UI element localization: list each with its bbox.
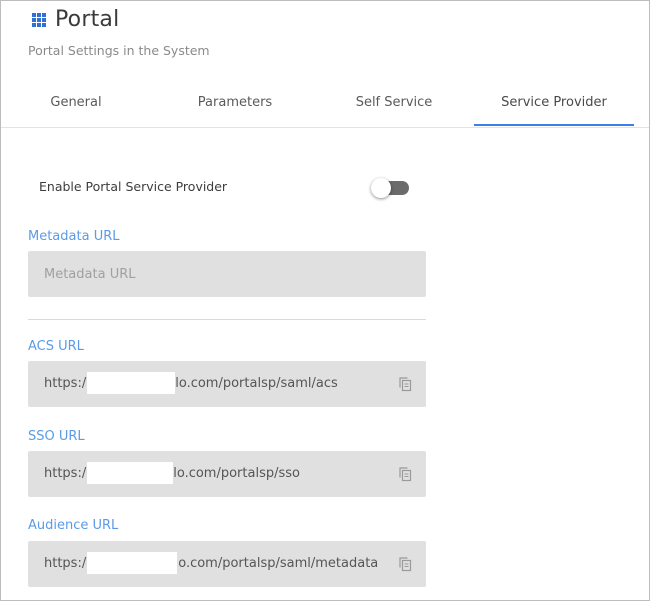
redacted-block [87,551,178,574]
copy-icon[interactable] [398,556,412,572]
tab-parameters[interactable]: Parameters [185,87,285,127]
sso-url-label: SSO URL [28,429,85,444]
redacted-block [87,371,176,394]
portal-settings-window: Portal Portal Settings in the System Gen… [0,0,650,601]
copy-icon[interactable] [398,376,412,392]
metadata-url-label: Metadata URL [28,229,120,244]
audience-url-suffix: o.com/portalsp/saml/metadata [178,556,379,571]
acs-url-field: https:/lo.com/portalsp/saml/acs [28,361,426,407]
grid-icon [32,13,46,27]
enable-service-provider-toggle[interactable] [371,178,409,198]
page-subtitle: Portal Settings in the System [28,43,210,58]
active-tab-indicator [474,124,634,126]
enable-service-provider-label: Enable Portal Service Provider [39,179,228,194]
audience-url-value: https:/ o.com/portalsp/saml/metadata [44,541,378,587]
sso-url-prefix: https:/ [44,466,87,481]
metadata-url-field [28,251,426,297]
metadata-url-input[interactable] [28,251,426,297]
acs-url-value: https:/lo.com/portalsp/saml/acs [44,361,338,407]
acs-url-label: ACS URL [28,339,84,354]
sso-url-suffix: o.com/portalsp/sso [176,466,300,481]
toggle-knob [371,178,391,198]
page-title: Portal [55,7,120,32]
acs-url-suffix: o.com/portalsp/saml/acs [178,376,338,391]
page-header: Portal [32,5,119,35]
acs-url-prefix: https:/ [44,376,87,391]
settings-tabs: General Parameters Self Service Service … [1,87,649,128]
tab-self-service[interactable]: Self Service [344,87,444,127]
sso-url-value: https:/lo.com/portalsp/sso [44,451,300,497]
section-divider [28,319,426,320]
copy-icon[interactable] [398,466,412,482]
sso-url-field: https:/lo.com/portalsp/sso [28,451,426,497]
tab-general[interactable]: General [31,87,121,127]
redacted-block [87,461,174,484]
audience-url-label: Audience URL [28,518,119,533]
audience-url-prefix: https:/ [44,556,87,571]
tab-service-provider[interactable]: Service Provider [474,87,634,127]
audience-url-field: https:/ o.com/portalsp/saml/metadata [28,541,426,587]
